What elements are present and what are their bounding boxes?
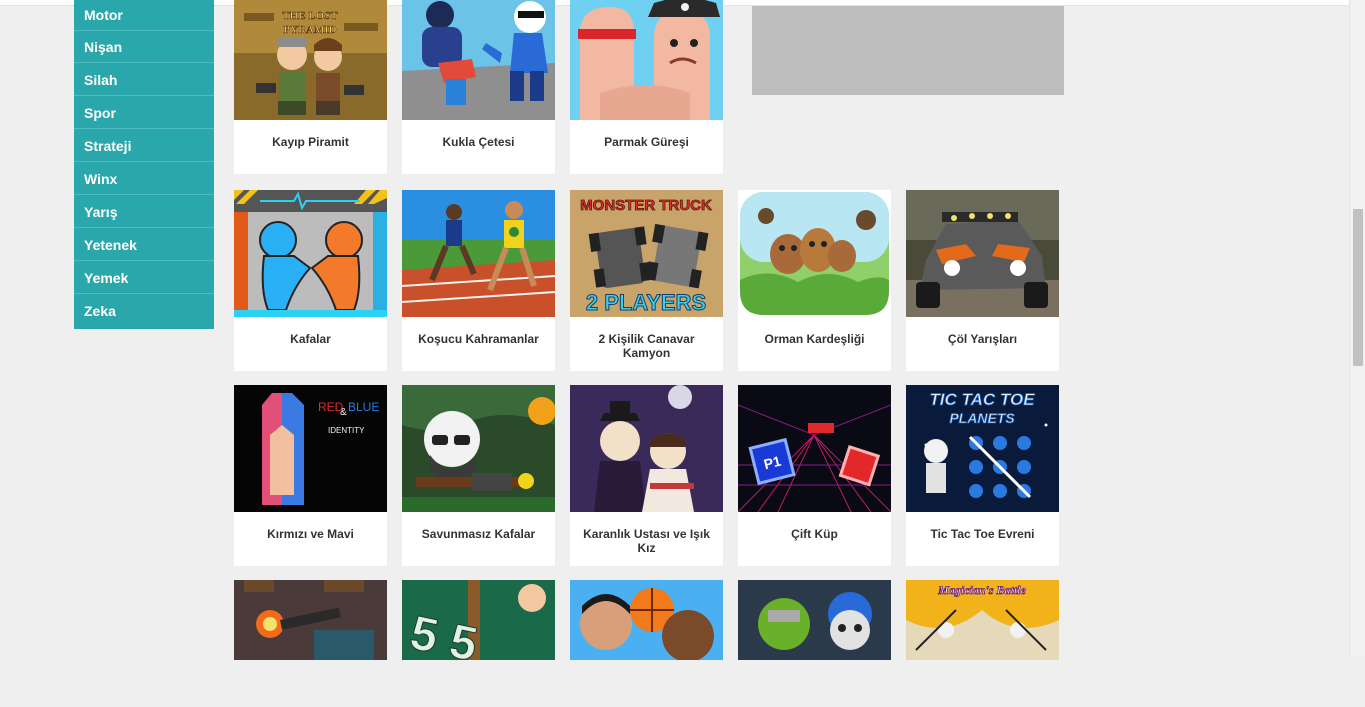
game-card-kayip-piramit[interactable]: THE LOST PYRAMID Kayıp Piramit bbox=[234, 0, 387, 174]
game-card-row4-5[interactable]: Magician's Battle bbox=[906, 580, 1059, 660]
game-card-cift-kup[interactable]: P1 Çift Küp bbox=[738, 385, 891, 566]
game-thumbnail: TIC TAC TOE PLANETS bbox=[906, 385, 1059, 512]
game-thumbnail: 5 5 bbox=[402, 580, 555, 707]
game-card-canavar-kamyon[interactable]: MONSTER TRUCK 2 PLAYERS 2 Kişilik Canava… bbox=[570, 190, 723, 371]
game-title: Savunmasız Kafalar bbox=[421, 527, 536, 541]
game-thumbnail: P1 bbox=[738, 385, 891, 512]
thumb-word-blue: BLUE bbox=[348, 400, 379, 414]
game-title: Çift Küp bbox=[791, 527, 838, 541]
game-card-savunmasiz-kafalar[interactable]: Savunmasız Kafalar bbox=[402, 385, 555, 566]
game-card-col-yarislari[interactable]: Çöl Yarışları bbox=[906, 190, 1059, 371]
thumb-word-amp: & bbox=[340, 407, 347, 418]
game-card-kafalar[interactable]: Kafalar bbox=[234, 190, 387, 371]
thumb-title-top: MONSTER TRUCK bbox=[580, 197, 712, 214]
sidebar-item-winx[interactable]: Winx bbox=[74, 163, 214, 195]
game-thumbnail: Magician's Battle bbox=[906, 580, 1059, 707]
game-card-parmak-guresi[interactable]: Parmak Güreşi bbox=[570, 0, 723, 174]
game-title: Çöl Yarışları bbox=[947, 332, 1018, 346]
sidebar-item-yaris[interactable]: Yarış bbox=[74, 196, 214, 228]
sidebar-item-yetenek[interactable]: Yetenek bbox=[74, 229, 214, 261]
game-thumbnail bbox=[234, 580, 387, 707]
thumb-title: Magician's Battle bbox=[937, 583, 1026, 597]
game-card-kirmizi-ve-mavi[interactable]: RED & BLUE IDENTITY Kırmızı ve Mavi bbox=[234, 385, 387, 566]
game-thumbnail bbox=[402, 385, 555, 512]
thumb-title-line2: PLANETS bbox=[949, 410, 1015, 426]
game-thumbnail bbox=[570, 385, 723, 512]
thumb-word-identity: IDENTITY bbox=[328, 426, 365, 435]
thumb-title-line1: THE LOST bbox=[282, 10, 338, 22]
thumb-title-line1: TIC TAC TOE bbox=[929, 390, 1035, 409]
game-thumbnail bbox=[570, 580, 723, 707]
game-thumbnail bbox=[402, 0, 555, 120]
category-sidebar: Motor Nişan Silah Spor Strateji Winx Yar… bbox=[74, 0, 214, 329]
game-card-row4-1[interactable] bbox=[234, 580, 387, 660]
game-title: Tic Tac Toe Evreni bbox=[930, 527, 1035, 541]
game-card-orman-kardesligi[interactable]: Orman Kardeşliği bbox=[738, 190, 891, 371]
sidebar-item-spor[interactable]: Spor bbox=[74, 97, 214, 129]
sidebar-item-silah[interactable]: Silah bbox=[74, 64, 214, 96]
game-thumbnail bbox=[906, 190, 1059, 317]
ad-placeholder bbox=[752, 6, 1064, 95]
game-thumbnail bbox=[402, 190, 555, 317]
sidebar-item-strateji[interactable]: Strateji bbox=[74, 130, 214, 162]
scrollbar-thumb[interactable] bbox=[1353, 209, 1363, 366]
game-thumbnail: THE LOST PYRAMID bbox=[234, 0, 387, 120]
game-title: Kafalar bbox=[290, 332, 331, 346]
vertical-scrollbar[interactable] bbox=[1349, 0, 1365, 656]
game-thumbnail bbox=[738, 580, 891, 707]
game-card-row4-4[interactable] bbox=[738, 580, 891, 660]
game-title: Kayıp Piramit bbox=[272, 135, 349, 149]
game-thumbnail: MONSTER TRUCK 2 PLAYERS bbox=[570, 190, 723, 317]
game-title: Parmak Güreşi bbox=[604, 135, 689, 149]
game-thumbnail bbox=[234, 190, 387, 317]
thumb-title-line2: PYRAMID bbox=[283, 24, 336, 36]
game-card-karanlik-ustasi[interactable]: Karanlık Ustası ve Işık Kız bbox=[570, 385, 723, 566]
sidebar-item-yemek[interactable]: Yemek bbox=[74, 262, 214, 294]
sidebar-item-motor[interactable]: Motor bbox=[74, 0, 214, 31]
game-card-row4-2[interactable]: 5 5 bbox=[402, 580, 555, 660]
thumb-title-bottom: 2 PLAYERS bbox=[586, 290, 706, 315]
game-title: 2 Kişilik Canavar Kamyon bbox=[598, 332, 695, 360]
game-thumbnail bbox=[738, 190, 891, 317]
game-title: Orman Kardeşliği bbox=[764, 332, 865, 346]
sidebar-item-zeka[interactable]: Zeka bbox=[74, 295, 214, 327]
game-card-kosucu-kahramanlar[interactable]: Koşucu Kahramanlar bbox=[402, 190, 555, 371]
sidebar-item-nisan[interactable]: Nişan bbox=[74, 31, 214, 63]
game-card-kukla-cetesi[interactable]: Kukla Çetesi bbox=[402, 0, 555, 174]
game-title: Karanlık Ustası ve Işık Kız bbox=[583, 527, 710, 555]
game-card-tic-tac-toe-evreni[interactable]: TIC TAC TOE PLANETS Tic Tac Toe Evreni bbox=[906, 385, 1059, 566]
game-thumbnail: RED & BLUE IDENTITY bbox=[234, 385, 387, 512]
game-thumbnail bbox=[570, 0, 723, 120]
game-title: Kırmızı ve Mavi bbox=[267, 527, 354, 541]
game-title: Kukla Çetesi bbox=[442, 135, 515, 149]
game-card-row4-3[interactable] bbox=[570, 580, 723, 660]
game-title: Koşucu Kahramanlar bbox=[418, 332, 539, 346]
